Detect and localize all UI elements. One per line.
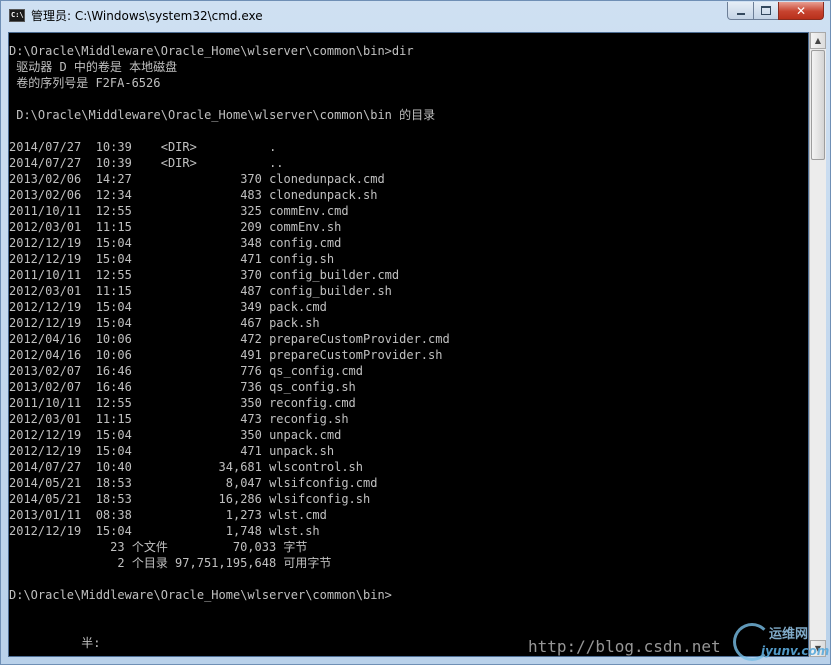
console-line: 2012/12/19 15:04 471 unpack.sh: [9, 444, 335, 458]
console-line: 2012/12/19 15:04 349 pack.cmd: [9, 300, 327, 314]
cmd-window: C:\ 管理员: C:\Windows\system32\cmd.exe ✕ D…: [0, 0, 831, 665]
console-line: D:\Oracle\Middleware\Oracle_Home\wlserve…: [9, 588, 392, 602]
console-line: 2014/07/27 10:40 34,681 wlscontrol.sh: [9, 460, 364, 474]
console-line: 2012/03/01 11:15 473 reconfig.sh: [9, 412, 349, 426]
minimize-button[interactable]: [727, 2, 754, 20]
console-line: 2013/02/07 16:46 736 qs_config.sh: [9, 380, 356, 394]
console-line: 2014/05/21 18:53 8,047 wlsifconfig.cmd: [9, 476, 378, 490]
console-line: D:\Oracle\Middleware\Oracle_Home\wlserve…: [9, 108, 436, 122]
console-line: 2012/03/01 11:15 487 config_builder.sh: [9, 284, 392, 298]
console-line: 2013/02/07 16:46 776 qs_config.cmd: [9, 364, 364, 378]
console-line: 2014/07/27 10:39 <DIR> .: [9, 140, 277, 154]
console-line: 2012/12/19 15:04 350 unpack.cmd: [9, 428, 342, 442]
console-line: D:\Oracle\Middleware\Oracle_Home\wlserve…: [9, 44, 414, 58]
console-line: 半:: [9, 636, 101, 650]
window-title: 管理员: C:\Windows\system32\cmd.exe: [31, 9, 263, 23]
maximize-button[interactable]: [753, 2, 779, 20]
console-line: 2012/12/19 15:04 471 config.sh: [9, 252, 335, 266]
console-line: 2011/10/11 12:55 325 commEnv.cmd: [9, 204, 349, 218]
console-line: 2013/01/11 08:38 1,273 wlst.cmd: [9, 508, 327, 522]
watermark-brand-bottom: iyunv.com: [761, 644, 830, 658]
title-bar[interactable]: C:\ 管理员: C:\Windows\system32\cmd.exe ✕: [1, 1, 830, 31]
console-line: 2012/04/16 10:06 491 prepareCustomProvid…: [9, 348, 443, 362]
console-line: 2012/12/19 15:04 467 pack.sh: [9, 316, 320, 330]
console-line: 23 个文件 70,033 字节: [9, 540, 308, 554]
console-line: 2011/10/11 12:55 370 config_builder.cmd: [9, 268, 400, 282]
vertical-scrollbar[interactable]: ▲ ▼: [809, 32, 826, 657]
console-line: 2012/04/16 10:06 472 prepareCustomProvid…: [9, 332, 450, 346]
console-line: 2013/02/06 12:34 483 clonedunpack.sh: [9, 188, 378, 202]
console-line: 2 个目录 97,751,195,648 可用字节: [9, 556, 332, 570]
close-button[interactable]: ✕: [778, 2, 824, 20]
scroll-up-icon[interactable]: ▲: [810, 32, 826, 49]
close-icon: ✕: [795, 3, 807, 18]
console-line: 2013/02/06 14:27 370 clonedunpack.cmd: [9, 172, 385, 186]
console-line: 2012/12/19 15:04 348 config.cmd: [9, 236, 342, 250]
maximize-icon: [761, 6, 771, 15]
console-line: 2014/07/27 10:39 <DIR> ..: [9, 156, 284, 170]
console-line: 2012/03/01 11:15 209 commEnv.sh: [9, 220, 342, 234]
watermark-brand-top: 运维网: [769, 627, 809, 642]
console-line: 2011/10/11 12:55 350 reconfig.cmd: [9, 396, 356, 410]
minimize-icon: [736, 12, 745, 15]
scroll-thumb[interactable]: [811, 50, 825, 160]
console-line: 卷的序列号是 F2FA-6526: [9, 76, 161, 90]
console-line: 2014/05/21 18:53 16,286 wlsifconfig.sh: [9, 492, 371, 506]
console-line: 驱动器 D 中的卷是 本地磁盘: [9, 60, 178, 74]
cmd-icon[interactable]: C:\: [9, 9, 25, 22]
console-line: 2012/12/19 15:04 1,748 wlst.sh: [9, 524, 320, 538]
watermark-url: http://blog.csdn.net: [528, 637, 721, 656]
watermark-logo: 运维网 iyunv.com: [731, 619, 829, 663]
console-output[interactable]: D:\Oracle\Middleware\Oracle_Home\wlserve…: [8, 32, 809, 657]
